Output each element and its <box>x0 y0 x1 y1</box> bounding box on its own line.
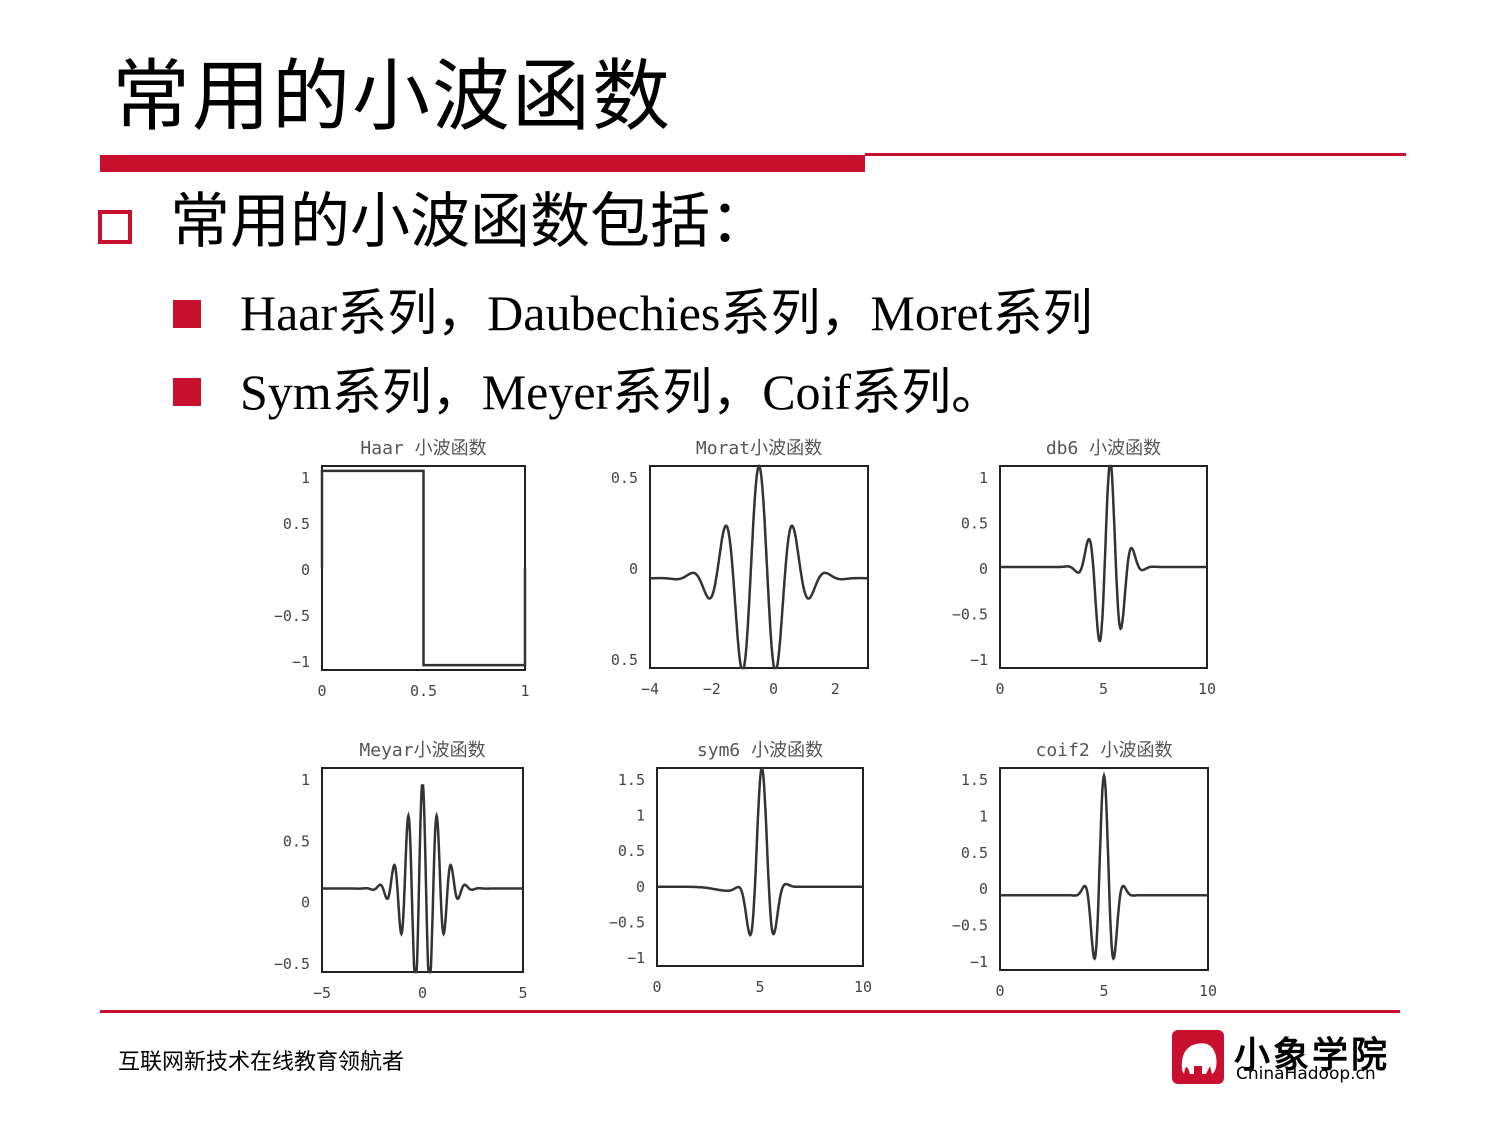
y-tick-label: 0.5 <box>611 469 638 487</box>
y-tick-label: −0.5 <box>274 955 310 973</box>
y-tick-label: −0.5 <box>274 607 310 625</box>
wavelet-curve <box>320 469 527 667</box>
y-tick-label: 0 <box>636 878 645 896</box>
x-tick-label: 0 <box>769 680 778 698</box>
x-tick-label: 0 <box>317 682 326 700</box>
chart-title: sym6 小波函数 <box>697 740 823 761</box>
y-tick-label: 1 <box>301 771 310 789</box>
wavelet-charts: Haar 小波函数 0 0.5 1 1 0.5 0 −0.5 −1 Morat小波函数 −4 −2 0 2… <box>274 438 1217 1002</box>
chart-title: Meyar小波函数 <box>359 740 485 761</box>
x-tick-label: 5 <box>1099 680 1108 698</box>
chart-title: Morat小波函数 <box>696 438 822 459</box>
wavelet-curve <box>1000 464 1207 643</box>
x-tick-label: 0 <box>995 982 1004 1000</box>
chart-title: coif2 小波函数 <box>1035 740 1172 761</box>
x-tick-label: 5 <box>755 978 764 996</box>
y-tick-label: 1 <box>979 807 988 825</box>
chart-title: Haar 小波函数 <box>360 438 486 459</box>
y-tick-label: 1.5 <box>618 771 645 789</box>
chart-title: db6 小波函数 <box>1046 438 1161 459</box>
x-tick-label: 2 <box>831 680 840 698</box>
x-tick-label: 1 <box>520 682 529 700</box>
y-tick-label: 0.5 <box>961 844 988 862</box>
x-tick-label: 5 <box>518 984 527 1002</box>
y-tick-label: 0.5 <box>961 515 988 533</box>
x-tick-label: 10 <box>1199 982 1217 1000</box>
y-tick-label: 1.5 <box>961 771 988 789</box>
wavelet-curve <box>322 784 523 974</box>
footer-slogan: 互联网新技术在线教育领航者 <box>118 1050 405 1075</box>
y-tick-label: −1 <box>970 651 988 669</box>
y-tick-label: −0.5 <box>952 917 988 935</box>
x-tick-label: −5 <box>313 984 331 1002</box>
y-tick-label: 0.5 <box>611 651 638 669</box>
y-tick-label: −1 <box>970 953 988 971</box>
chart-frame <box>999 767 1209 971</box>
y-tick-label: 0 <box>629 560 638 578</box>
x-tick-label: −4 <box>641 680 659 698</box>
x-tick-label: −2 <box>703 680 721 698</box>
footer-divider <box>100 1010 1400 1013</box>
x-tick-label: 0 <box>418 984 427 1002</box>
x-tick-label: 0 <box>652 978 661 996</box>
y-tick-label: 0 <box>979 560 988 578</box>
x-tick-label: 10 <box>854 978 872 996</box>
x-tick-label: 10 <box>1198 680 1216 698</box>
chart-frame <box>649 465 869 669</box>
chart-frame <box>321 767 524 973</box>
wavelet-curve <box>1000 771 1208 961</box>
wavelet-curve <box>657 766 863 937</box>
logo: 小象学院 ChinaHadoop.cn <box>1172 1030 1397 1086</box>
y-tick-label: 1 <box>301 469 310 487</box>
y-tick-label: −0.5 <box>952 606 988 624</box>
logo-text-en: ChinaHadoop.cn <box>1236 1064 1376 1084</box>
x-tick-label: 5 <box>1099 982 1108 1000</box>
y-tick-label: 0 <box>979 880 988 898</box>
y-tick-label: 1 <box>979 469 988 487</box>
wavelet-curve <box>650 464 868 670</box>
y-tick-label: 1 <box>636 807 645 825</box>
y-tick-label: 0 <box>301 894 310 912</box>
y-tick-label: 0 <box>301 561 310 579</box>
y-tick-label: 0.5 <box>283 515 310 533</box>
y-tick-label: −0.5 <box>609 913 645 931</box>
y-tick-label: −1 <box>627 949 645 967</box>
y-tick-label: −1 <box>292 653 310 671</box>
y-tick-label: 0.5 <box>283 832 310 850</box>
x-tick-label: 0.5 <box>410 682 437 700</box>
y-tick-label: 0.5 <box>618 842 645 860</box>
elephant-logo-icon <box>1172 1030 1224 1084</box>
x-tick-label: 0 <box>995 680 1004 698</box>
